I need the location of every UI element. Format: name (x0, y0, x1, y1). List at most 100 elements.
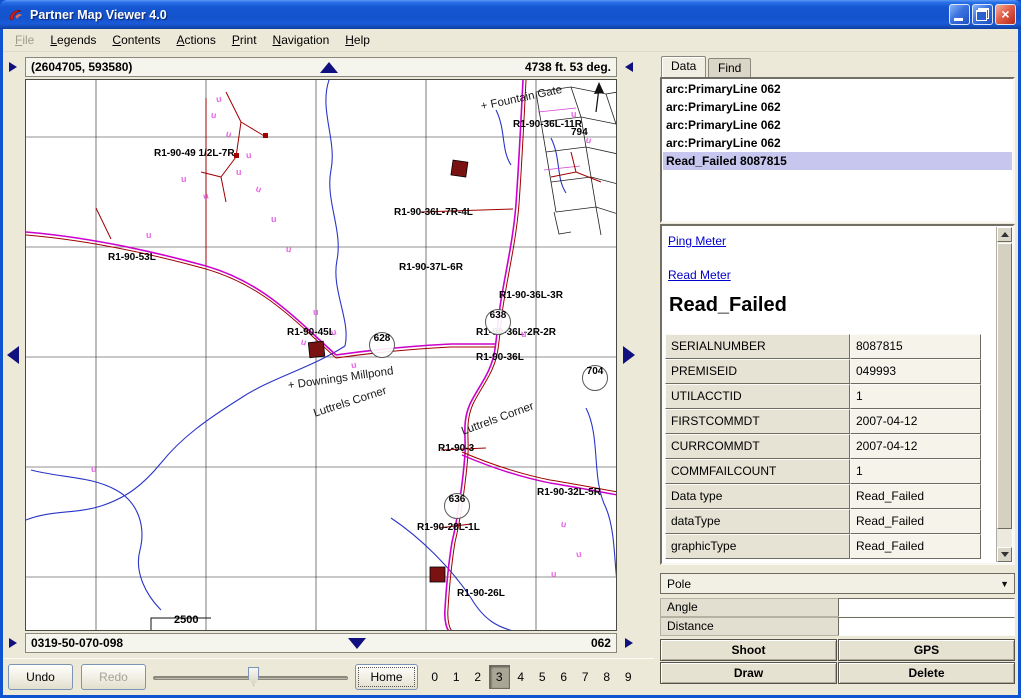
shoot-button[interactable]: Shoot (660, 639, 837, 661)
ping-meter-link[interactable]: Ping Meter (668, 234, 726, 248)
attribute-name: FIRSTCOMMDT (665, 409, 850, 434)
service-point-symbol: u (236, 167, 242, 177)
page-button-8[interactable]: 8 (596, 665, 618, 689)
service-point-symbol: u (560, 519, 567, 530)
redo-button[interactable]: Redo (81, 664, 146, 690)
pan-left-button[interactable] (7, 346, 19, 364)
page-button-9[interactable]: 9 (618, 665, 640, 689)
pan-corner-bottom-right-button[interactable] (620, 634, 638, 652)
menu-navigation[interactable]: Navigation (265, 30, 338, 50)
pole-dropdown[interactable]: Pole ▼ (660, 573, 1015, 594)
menu-contents[interactable]: Contents (104, 30, 168, 50)
window-title: Partner Map Viewer 4.0 (30, 8, 167, 22)
draw-button[interactable]: Draw (660, 662, 837, 684)
window-controls: × (949, 4, 1016, 25)
home-button[interactable]: Home (355, 664, 418, 690)
attribute-value: 049993 (850, 359, 981, 384)
scroll-up-button[interactable] (997, 227, 1012, 242)
pan-corner-bottom-left-button[interactable] (4, 634, 22, 652)
scale-heading-readout: 4738 ft. 53 deg. (525, 60, 611, 74)
pan-right-button[interactable] (623, 346, 635, 364)
triangle-right-icon (9, 638, 17, 648)
page-button-5[interactable]: 5 (532, 665, 554, 689)
list-item[interactable]: arc:PrimaryLine 062 (663, 134, 1012, 152)
titlebar[interactable]: Partner Map Viewer 4.0 × (0, 0, 1021, 29)
map-label: Luttrels Corner (312, 385, 388, 420)
scroll-down-button[interactable] (997, 547, 1012, 562)
map-label: + Fountain Gate (480, 84, 563, 113)
delete-button[interactable]: Delete (838, 662, 1015, 684)
page-button-6[interactable]: 6 (553, 665, 575, 689)
map-label: R1-90-49 1/2L-7R (154, 148, 235, 159)
page-button-1[interactable]: 1 (446, 665, 468, 689)
menu-actions[interactable]: Actions (168, 30, 223, 50)
restore-button[interactable] (972, 4, 993, 25)
scrollbar-thumb[interactable] (997, 243, 1012, 529)
distance-label: Distance (660, 617, 838, 636)
triangle-down-icon (1001, 552, 1009, 557)
page-button-7[interactable]: 7 (575, 665, 597, 689)
chevron-down-icon: ▼ (1000, 579, 1009, 589)
distance-input[interactable] (838, 617, 1015, 636)
restore-icon (976, 8, 989, 21)
undo-button[interactable]: Undo (8, 664, 73, 690)
map-sheet-id: 0319-50-070-098 (31, 636, 123, 650)
service-point-symbol: u (285, 244, 292, 255)
attribute-row: PREMISEID049993 (665, 359, 981, 384)
menu-help[interactable]: Help (337, 30, 378, 50)
page-button-2[interactable]: 2 (467, 665, 489, 689)
attribute-table: SERIALNUMBER8087815PREMISEID049993UTILAC… (665, 334, 981, 559)
read-meter-link[interactable]: Read Meter (668, 268, 731, 282)
map-label: R1-90-28L-1L (417, 522, 480, 533)
service-point-symbol: u (181, 174, 187, 184)
map-label: R1-90-36L-7R-4L (394, 207, 473, 218)
pan-corner-top-right-button[interactable] (620, 58, 638, 76)
service-point-symbol: u (202, 190, 210, 201)
detail-scrollbar[interactable] (996, 227, 1012, 562)
map-label: R1-90-45L (287, 327, 335, 338)
close-button[interactable]: × (995, 4, 1016, 25)
map-label: R1-90-36L-11R (513, 119, 582, 130)
map-label: R1-90-53L (108, 252, 156, 263)
menu-bar: FileLegendsContentsActionsPrintNavigatio… (3, 29, 1018, 52)
pan-up-button[interactable] (320, 62, 338, 73)
list-item[interactable]: Read_Failed 8087815 (663, 152, 1012, 170)
map-panel: (2604705, 593580) 4738 ft. 53 deg. (3, 52, 654, 658)
attribute-value: 1 (850, 384, 981, 409)
service-point-symbol: u (246, 150, 252, 160)
right-panel: Data Find arc:PrimaryLine 062arc:Primary… (657, 52, 1018, 695)
map-canvas[interactable]: + Fountain GateR1-90-36L-11R794R1-90-49 … (25, 79, 617, 631)
map-node-circle: 628 (369, 332, 395, 358)
pan-corner-top-left-button[interactable] (4, 58, 22, 76)
service-point-symbol: u (330, 327, 337, 338)
detail-title: Read_Failed (669, 294, 787, 317)
map-label: R1-90-26L (457, 588, 505, 599)
tab-bar: Data Find (660, 54, 1015, 77)
list-item[interactable]: arc:PrimaryLine 062 (663, 98, 1012, 116)
attribute-name: graphicType (665, 534, 850, 559)
list-item[interactable]: arc:PrimaryLine 062 (663, 116, 1012, 134)
page-button-3[interactable]: 3 (489, 665, 511, 689)
minimize-icon (954, 18, 963, 21)
gps-button[interactable]: GPS (838, 639, 1015, 661)
angle-input[interactable] (838, 598, 1015, 617)
menu-print[interactable]: Print (224, 30, 265, 50)
app-window: Partner Map Viewer 4.0 × FileLegendsCont… (0, 0, 1021, 698)
map-label: R1-90-32L-5R (537, 487, 601, 498)
minimize-button[interactable] (949, 4, 970, 25)
triangle-right-icon (9, 62, 17, 72)
tab-data[interactable]: Data (661, 56, 706, 77)
zoom-slider[interactable] (153, 664, 348, 690)
page-button-0[interactable]: 0 (424, 665, 446, 689)
pan-down-button[interactable] (348, 638, 366, 649)
page-button-4[interactable]: 4 (510, 665, 532, 689)
tab-find[interactable]: Find (708, 58, 751, 77)
list-item[interactable]: arc:PrimaryLine 062 (663, 80, 1012, 98)
slider-thumb[interactable] (248, 667, 259, 686)
map-label: + Downings Millpond (287, 365, 394, 392)
map-right-strip (619, 79, 639, 631)
attribute-row: Data typeRead_Failed (665, 484, 981, 509)
action-buttons: Shoot GPS Draw Delete (660, 639, 1015, 684)
map-left-strip (3, 79, 23, 631)
menu-legends[interactable]: Legends (42, 30, 104, 50)
